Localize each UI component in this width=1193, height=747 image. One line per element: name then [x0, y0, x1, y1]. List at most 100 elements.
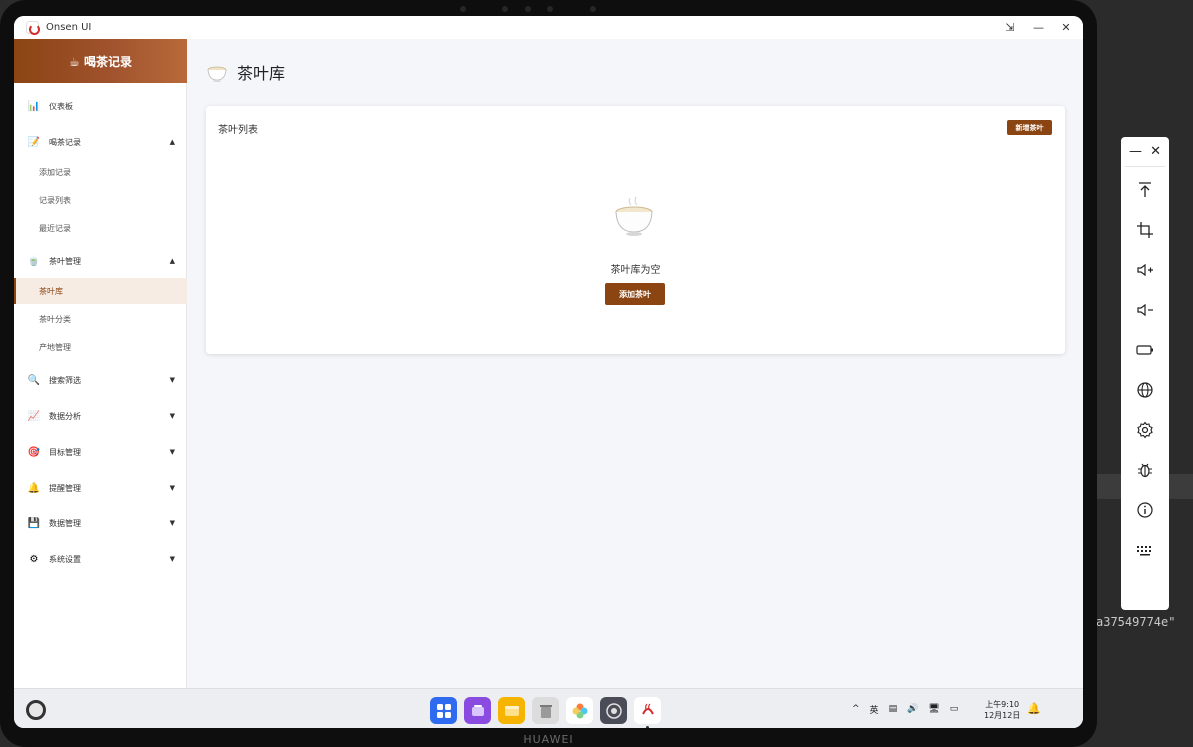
sidebar-item-label: 茶叶管理	[49, 256, 81, 266]
window-controls: ⇲ — ✕	[1005, 16, 1071, 39]
gear-icon[interactable]	[1121, 419, 1169, 441]
sensor-dot	[502, 6, 508, 12]
app-grid-icon[interactable]	[430, 697, 457, 724]
sidebar-item-goals[interactable]: 🎯 目标管理 ▼	[14, 440, 187, 464]
sidebar-item-label: 仪表板	[49, 101, 73, 111]
bug-icon[interactable]	[1121, 459, 1169, 481]
ime-indicator[interactable]: 英	[870, 703, 879, 716]
start-button[interactable]	[26, 700, 46, 720]
restore-button[interactable]: ⇲	[1005, 16, 1015, 39]
volume-down-icon[interactable]	[1121, 299, 1169, 321]
target-icon: 🎯	[27, 446, 41, 458]
chart-icon: 📈	[27, 410, 41, 422]
chevron-up-icon[interactable]: ^	[852, 704, 860, 714]
info-icon[interactable]	[1121, 499, 1169, 521]
sidebar-sub-tea-library[interactable]: 茶叶库	[14, 278, 187, 304]
new-tea-button[interactable]: 新增茶叶	[1007, 120, 1052, 135]
tablet-bezel: HUAWEI Onsen UI ⇲ — ✕ ☕ 喝茶记录 📊 仪表板 📝 喝茶记…	[0, 0, 1097, 747]
system-tray: ^ 英 ▤ 🔊 🖥 ▭	[852, 689, 958, 728]
sidebar-item-analytics[interactable]: 📈 数据分析 ▼	[14, 404, 187, 428]
chevron-down-icon: ▼	[169, 555, 175, 563]
sidebar-item-reminders[interactable]: 🔔 提醒管理 ▼	[14, 476, 187, 500]
sidebar-item-tea-records[interactable]: 📝 喝茶记录 ▲	[14, 130, 187, 154]
sidebar-sub-add-record[interactable]: 添加记录	[14, 159, 187, 185]
minimize-icon[interactable]: —	[1129, 144, 1142, 159]
card-title: 茶叶列表	[218, 125, 258, 136]
background-code-text: a37549774e"	[1096, 615, 1176, 629]
sidebar-item-label: 提醒管理	[49, 483, 81, 493]
gear-icon: ⚙	[29, 553, 39, 565]
bell-icon: 🔔	[27, 482, 41, 494]
app-logo-icon	[26, 21, 40, 35]
tea-cup-icon: 🍵	[27, 255, 41, 267]
sidebar-item-label: 搜索筛选	[49, 375, 81, 385]
sidebar-item-search[interactable]: 🔍 搜索筛选 ▼	[14, 368, 187, 392]
sidebar: ☕ 喝茶记录 📊 仪表板 📝 喝茶记录 ▲ 添加记录 记录列表 最近记录 🍵 茶…	[14, 39, 187, 688]
chevron-down-icon: ▼	[169, 376, 175, 384]
chevron-up-icon: ▲	[169, 257, 175, 265]
sidebar-item-dashboard[interactable]: 📊 仪表板	[14, 94, 187, 118]
sensor-dot	[590, 6, 596, 12]
chevron-down-icon: ▼	[169, 448, 175, 456]
trash-icon[interactable]	[532, 697, 559, 724]
page-title-row: 茶叶库	[206, 60, 285, 84]
files-icon[interactable]	[498, 697, 525, 724]
sidebar-item-label: 数据管理	[49, 518, 81, 528]
volume-up-icon[interactable]	[1121, 259, 1169, 281]
toolbar-header: — ✕	[1125, 137, 1165, 167]
clock-time: 上午9:10	[985, 700, 1020, 709]
clock-date: 12月12日	[984, 711, 1021, 720]
sensor-dot	[460, 6, 466, 12]
camera-dot	[547, 6, 553, 12]
sidebar-item-label: 喝茶记录	[49, 137, 81, 147]
sidebar-item-settings[interactable]: ⚙ 系统设置 ▼	[14, 547, 187, 571]
dashboard-icon: 📊	[27, 100, 41, 112]
sidebar-item-label: 数据分析	[49, 411, 81, 421]
notification-bell-icon[interactable]: 🔔	[1027, 702, 1041, 715]
volume-icon[interactable]: 🔊	[907, 704, 918, 714]
floppy-disk-icon: 💾	[27, 517, 41, 529]
clock[interactable]: 上午9:10 12月12日	[984, 699, 1020, 721]
minimize-button[interactable]: —	[1033, 16, 1044, 39]
battery-icon[interactable]	[1121, 339, 1169, 361]
sidebar-header: ☕ 喝茶记录	[14, 39, 187, 83]
chevron-down-icon: ▼	[169, 484, 175, 492]
dock	[430, 697, 661, 728]
tea-list-card: 茶叶列表 新增茶叶 茶叶库为空 添加茶叶	[206, 106, 1065, 354]
emulator-toolbar: — ✕	[1121, 137, 1169, 610]
memo-icon: 📝	[27, 136, 41, 148]
keyboard-icon[interactable]	[1121, 539, 1169, 561]
chevron-down-icon: ▼	[169, 412, 175, 420]
sidebar-item-data-management[interactable]: 💾 数据管理 ▼	[14, 511, 187, 535]
settings-app-icon[interactable]	[600, 697, 627, 724]
window-titlebar: Onsen UI ⇲ — ✕	[14, 16, 1083, 39]
device-brand: HUAWEI	[523, 733, 574, 746]
multitask-icon[interactable]	[464, 697, 491, 724]
page-title: 茶叶库	[237, 64, 286, 83]
tea-cup-icon	[207, 66, 227, 82]
screen: Onsen UI ⇲ — ✕ ☕ 喝茶记录 📊 仪表板 📝 喝茶记录 ▲ 添加记…	[14, 16, 1083, 728]
sidebar-item-tea-management[interactable]: 🍵 茶叶管理 ▲	[14, 249, 187, 273]
add-tea-button[interactable]: 添加茶叶	[605, 283, 665, 305]
sidebar-sub-tea-categories[interactable]: 茶叶分类	[14, 306, 187, 332]
onsen-ui-app-icon[interactable]	[634, 697, 661, 728]
sidebar-sub-origin-management[interactable]: 产地管理	[14, 334, 187, 360]
battery-icon[interactable]: ▭	[950, 704, 959, 714]
magnifier-icon: 🔍	[27, 374, 41, 386]
globe-icon[interactable]	[1121, 379, 1169, 401]
clipboard-icon[interactable]: ▤	[889, 704, 898, 714]
close-icon[interactable]: ✕	[1150, 144, 1161, 159]
sidebar-item-label: 系统设置	[49, 554, 81, 564]
crop-icon[interactable]	[1121, 219, 1169, 241]
sidebar-sub-record-list[interactable]: 记录列表	[14, 187, 187, 213]
chevron-down-icon: ▼	[169, 519, 175, 527]
chevron-up-icon: ▲	[169, 138, 175, 146]
pin-top-icon[interactable]	[1121, 179, 1169, 201]
running-indicator	[646, 726, 649, 728]
close-button[interactable]: ✕	[1061, 16, 1071, 39]
window-title: Onsen UI	[46, 22, 92, 33]
empty-state-text: 茶叶库为空	[610, 265, 661, 276]
gallery-icon[interactable]	[566, 697, 593, 724]
network-icon[interactable]: 🖥	[928, 704, 939, 714]
sidebar-sub-recent-records[interactable]: 最近记录	[14, 215, 187, 241]
